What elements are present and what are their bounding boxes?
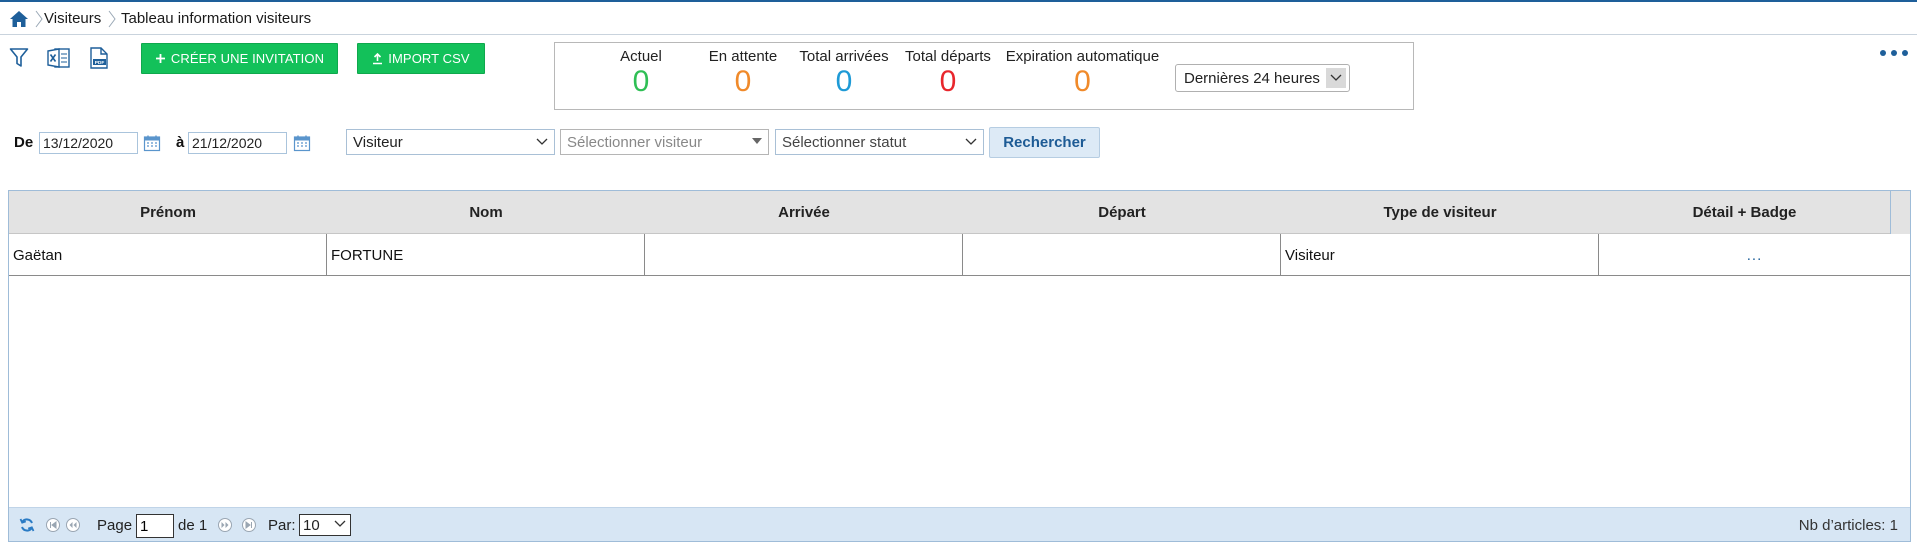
chevron-down-icon (1326, 68, 1346, 88)
chevron-down-icon (334, 520, 346, 527)
status-select[interactable]: Sélectionner statut (775, 129, 984, 155)
breadcrumb-bar: Visiteurs Tableau information visiteurs (0, 0, 1917, 35)
cell-nom: FORTUNE (327, 234, 645, 276)
calendar-icon[interactable] (143, 134, 161, 152)
chevron-down-icon (965, 138, 977, 145)
stat-expiration-value: 0 (1074, 65, 1091, 98)
cell-depart (963, 234, 1281, 276)
breadcrumb-separator-icon (35, 10, 43, 28)
visitor-select[interactable]: Sélectionner visiteur (560, 129, 769, 155)
stat-total-arrivees-value: 0 (835, 65, 853, 98)
from-date-label: De (14, 134, 34, 151)
breadcrumb-current-page: Tableau information visiteurs (121, 10, 312, 27)
svg-text:PDF: PDF (95, 60, 105, 66)
plus-icon (155, 54, 165, 63)
page-total-label: de 1 (178, 517, 208, 534)
visitors-table: Prénom Nom Arrivée Départ Type de visite… (8, 190, 1911, 542)
pager: Page de 1 Par: 10 Nb d’articles: 1 (9, 507, 1910, 541)
caret-down-icon (752, 138, 762, 144)
upload-icon (373, 52, 383, 64)
visitor-select-placeholder: Sélectionner visiteur (567, 133, 703, 151)
last-page-icon[interactable] (241, 517, 257, 533)
import-csv-button[interactable]: IMPORT CSV (357, 43, 485, 74)
per-page-value: 10 (303, 516, 320, 534)
visitor-stats-panel: Actuel 0 En attente 0 Total arrivées 0 T… (554, 42, 1414, 110)
visitor-type-select-value: Visiteur (353, 133, 403, 151)
status-select-placeholder: Sélectionner statut (782, 133, 907, 151)
refresh-icon[interactable] (19, 517, 35, 533)
period-select-value: Dernières 24 heures (1184, 69, 1320, 87)
detail-badge-link[interactable]: ... (1747, 247, 1763, 264)
next-page-icon[interactable] (217, 517, 233, 533)
table-row[interactable]: Gaëtan FORTUNE Visiteur ... (9, 234, 1910, 276)
first-page-icon[interactable] (45, 517, 61, 533)
stat-total-arrivees: Total arrivées 0 (789, 48, 899, 99)
column-header-type[interactable]: Type de visiteur (1281, 191, 1599, 234)
cell-prenom: Gaëtan (9, 234, 327, 276)
import-csv-label: IMPORT CSV (388, 51, 470, 66)
visitor-type-select[interactable]: Visiteur (346, 129, 555, 155)
stat-total-departs-label: Total départs (905, 48, 991, 65)
previous-page-icon[interactable] (65, 517, 81, 533)
stat-en-attente-value: 0 (734, 65, 752, 98)
stat-actuel-value: 0 (632, 65, 650, 98)
from-date-input[interactable] (39, 132, 138, 154)
column-header-detail[interactable]: Détail + Badge (1599, 191, 1890, 234)
stat-expiration-label: Expiration automatique (1005, 48, 1160, 65)
cell-detail: ... (1599, 234, 1910, 276)
item-count-label: Nb d’articles: 1 (1798, 517, 1898, 534)
stat-total-departs-value: 0 (939, 65, 957, 98)
stat-expiration: Expiration automatique 0 (1000, 48, 1165, 99)
stat-total-departs: Total départs 0 (893, 48, 1003, 99)
per-page-select[interactable]: 10 (299, 514, 351, 536)
cell-type: Visiteur (1281, 234, 1599, 276)
calendar-icon[interactable] (293, 134, 311, 152)
stat-total-arrivees-label: Total arrivées (799, 48, 889, 65)
breadcrumb-visiteurs[interactable]: Visiteurs (44, 10, 101, 27)
column-header-depart[interactable]: Départ (963, 191, 1281, 234)
more-options-icon[interactable] (1880, 46, 1908, 60)
period-select[interactable]: Dernières 24 heures (1175, 64, 1350, 92)
column-header-arrivee[interactable]: Arrivée (645, 191, 963, 234)
create-invitation-button[interactable]: CRÉER UNE INVITATION (141, 43, 338, 74)
pdf-icon[interactable]: PDF (87, 46, 111, 70)
breadcrumb-separator-icon (108, 10, 116, 28)
per-page-label: Par: (268, 517, 296, 534)
search-button[interactable]: Rechercher (989, 127, 1100, 158)
filter-icon[interactable] (7, 46, 31, 70)
stat-actuel-label: Actuel (620, 48, 662, 65)
stat-en-attente: En attente 0 (704, 48, 782, 99)
table-header: Prénom Nom Arrivée Départ Type de visite… (9, 191, 1910, 234)
column-header-prenom[interactable]: Prénom (9, 191, 327, 234)
header-scroll-corner (1890, 191, 1910, 234)
excel-icon[interactable] (47, 46, 71, 70)
cell-arrivee (645, 234, 963, 276)
stat-actuel: Actuel 0 (615, 48, 667, 99)
page-label: Page (97, 517, 133, 534)
home-icon[interactable] (6, 6, 32, 32)
to-date-input[interactable] (188, 132, 287, 154)
column-header-nom[interactable]: Nom (327, 191, 645, 234)
chevron-down-icon (536, 138, 548, 145)
create-invitation-label: CRÉER UNE INVITATION (170, 51, 325, 66)
stat-en-attente-label: En attente (708, 48, 778, 65)
to-date-label: à (176, 134, 185, 151)
page-number-input[interactable] (136, 514, 174, 538)
